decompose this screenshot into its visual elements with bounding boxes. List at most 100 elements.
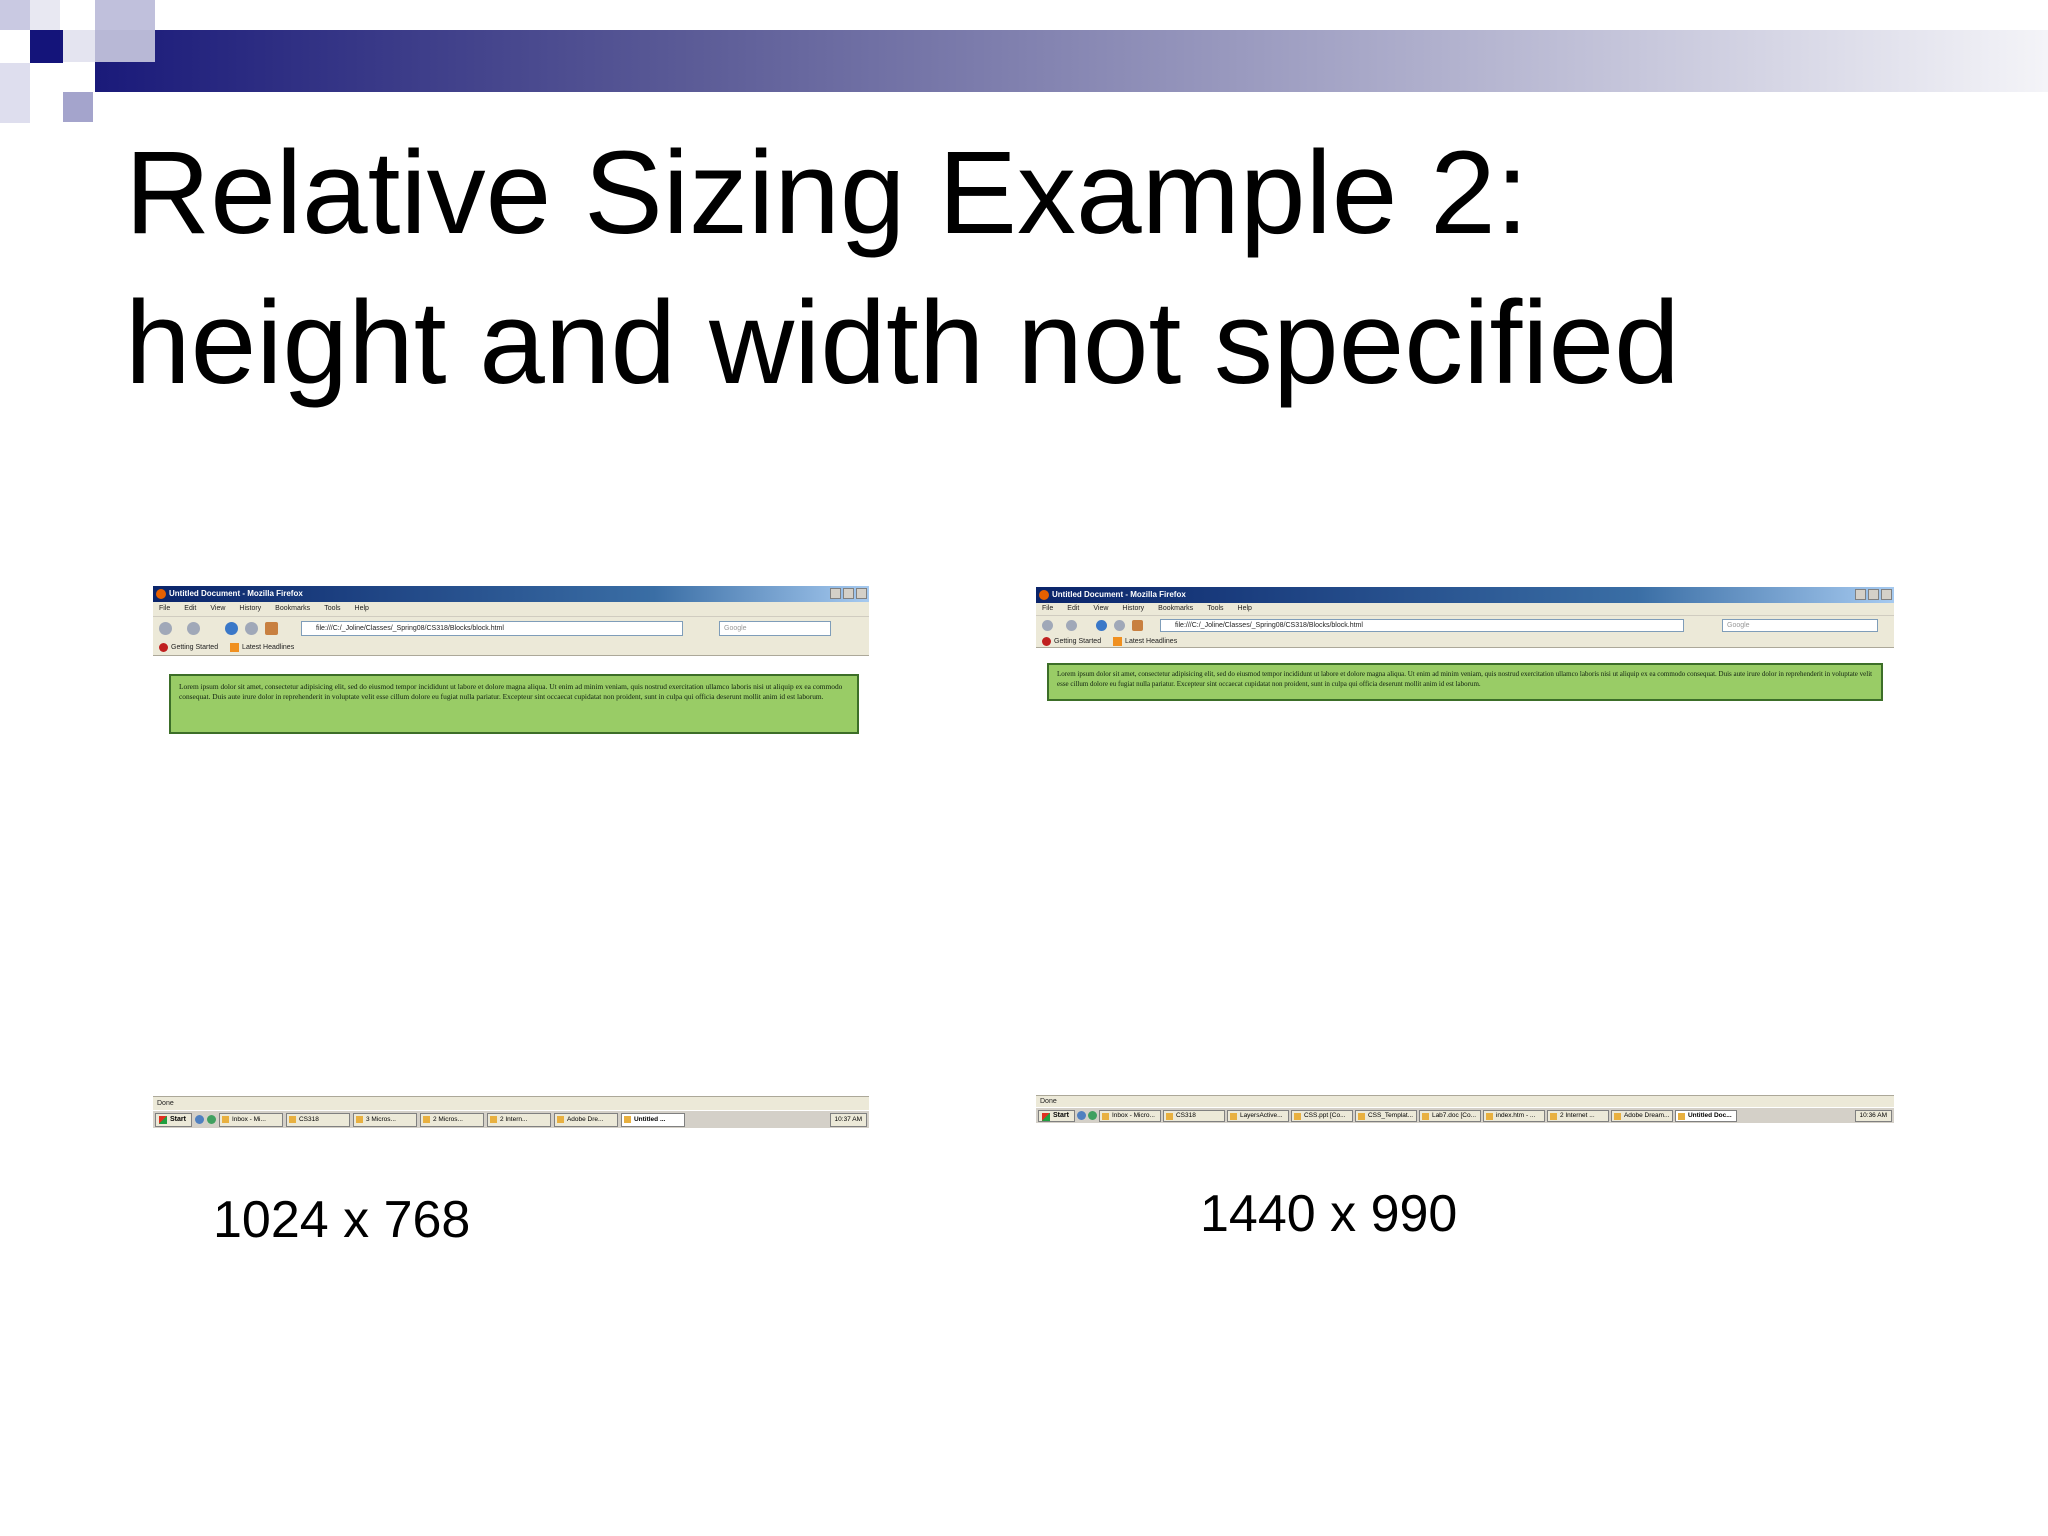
close-icon[interactable] — [856, 588, 867, 599]
decor-square — [95, 0, 155, 30]
windows-taskbar: Start Inbox - Micro... CS318 LayersActiv… — [1036, 1107, 1894, 1123]
minimize-icon[interactable] — [1855, 589, 1866, 600]
screenshot-1024: Untitled Document - Mozilla Firefox File… — [153, 586, 869, 1128]
url-input[interactable]: file:///C:/_Joline/Classes/_Spring08/CS3… — [301, 621, 683, 636]
taskbar-item[interactable]: Lab7.doc [Co... — [1418, 1109, 1481, 1122]
taskbar-item[interactable]: 2 Internet ... — [1546, 1109, 1609, 1122]
decor-square — [63, 30, 95, 62]
taskbar-item[interactable]: CSS_Templat... — [1354, 1109, 1417, 1122]
maximize-icon[interactable] — [1868, 589, 1879, 600]
window-controls — [1855, 589, 1892, 600]
menu-view[interactable]: View — [1093, 603, 1108, 615]
taskbar-item[interactable]: CS318 — [1162, 1109, 1225, 1122]
taskbar-item[interactable]: index.htm - ... — [1482, 1109, 1545, 1122]
minimize-icon[interactable] — [830, 588, 841, 599]
stop-icon[interactable] — [245, 622, 258, 635]
firefox-icon — [1039, 590, 1049, 600]
reload-icon[interactable] — [1096, 620, 1107, 631]
quicklaunch-icon[interactable] — [1076, 1111, 1086, 1120]
search-input[interactable]: Google — [719, 621, 831, 636]
taskbar-item[interactable]: 3 Micros... — [352, 1112, 417, 1127]
taskbar-item[interactable]: 2 Micros... — [419, 1112, 484, 1127]
caption-1440: 1440 x 990 — [1200, 1185, 1458, 1243]
taskbar-item[interactable]: Adobe Dream... — [1610, 1109, 1673, 1122]
taskbar-item[interactable]: LayersActive... — [1226, 1109, 1289, 1122]
bookmarks-toolbar: Getting Started Latest Headlines — [153, 640, 869, 656]
windows-taskbar: Start Inbox - Mi... CS318 3 Micros... 2 … — [153, 1110, 869, 1128]
title-line-1: Relative Sizing Example 2: — [125, 127, 1529, 259]
system-tray-clock: 10:37 AM — [829, 1112, 867, 1127]
rss-icon — [230, 642, 240, 652]
nav-toolbar: file:///C:/_Joline/Classes/_Spring08/CS3… — [153, 616, 869, 640]
taskbar-item[interactable]: Untitled ... — [620, 1112, 685, 1127]
decor-square — [95, 30, 155, 62]
close-icon[interactable] — [1881, 589, 1892, 600]
start-button[interactable]: Start — [155, 1112, 192, 1127]
window-title: Untitled Document - Mozilla Firefox — [1052, 590, 1186, 599]
menu-edit[interactable]: Edit — [1067, 603, 1079, 615]
taskbar-item[interactable]: CSS.ppt [Co... — [1290, 1109, 1353, 1122]
start-button[interactable]: Start — [1038, 1109, 1075, 1122]
window-titlebar: Untitled Document - Mozilla Firefox — [1036, 587, 1894, 603]
decor-square — [63, 62, 95, 92]
title-line-2: height and width not specified — [125, 277, 1680, 409]
maximize-icon[interactable] — [843, 588, 854, 599]
decor-square — [0, 0, 30, 30]
menu-view[interactable]: View — [210, 602, 225, 616]
menu-history[interactable]: History — [1122, 603, 1144, 615]
window-controls — [830, 588, 867, 599]
header-gradient-bar — [95, 30, 2048, 92]
menu-tools[interactable]: Tools — [324, 602, 340, 616]
forward-icon[interactable] — [1066, 620, 1077, 631]
menu-bar: File Edit View History Bookmarks Tools H… — [1036, 603, 1894, 615]
green-block-div: Lorem ipsum dolor sit amet, consectetur … — [169, 674, 859, 734]
reload-icon[interactable] — [225, 622, 238, 635]
taskbar-item[interactable]: Untitled Doc... — [1674, 1109, 1737, 1122]
firefox-icon — [156, 589, 166, 599]
bookmark-getting-started[interactable]: Getting Started — [1054, 638, 1101, 645]
window-title: Untitled Document - Mozilla Firefox — [169, 589, 303, 598]
menu-file[interactable]: File — [159, 602, 170, 616]
menu-bar: File Edit View History Bookmarks Tools H… — [153, 602, 869, 616]
taskbar-item[interactable]: Inbox - Mi... — [218, 1112, 283, 1127]
menu-bookmarks[interactable]: Bookmarks — [275, 602, 310, 616]
taskbar-item[interactable]: Inbox - Micro... — [1098, 1109, 1161, 1122]
quicklaunch-icon[interactable] — [206, 1115, 216, 1124]
menu-history[interactable]: History — [239, 602, 261, 616]
taskbar-item[interactable]: 2 Intern... — [486, 1112, 551, 1127]
quicklaunch-icon[interactable] — [1087, 1111, 1097, 1120]
stop-icon[interactable] — [1114, 620, 1125, 631]
green-block-div: Lorem ipsum dolor sit amet, consectetur … — [1047, 663, 1883, 701]
forward-icon[interactable] — [187, 622, 200, 635]
back-icon[interactable] — [159, 622, 172, 635]
caption-1024: 1024 x 768 — [213, 1191, 471, 1249]
menu-edit[interactable]: Edit — [184, 602, 196, 616]
decor-square — [30, 30, 63, 63]
window-titlebar: Untitled Document - Mozilla Firefox — [153, 586, 869, 602]
screenshot-1440: Untitled Document - Mozilla Firefox File… — [1036, 587, 1894, 1127]
getting-started-icon — [1042, 636, 1051, 646]
rss-icon — [1113, 636, 1123, 646]
decor-square — [30, 0, 60, 30]
menu-bookmarks[interactable]: Bookmarks — [1158, 603, 1193, 615]
quicklaunch-icon[interactable] — [194, 1115, 204, 1124]
getting-started-icon — [159, 642, 168, 652]
bookmarks-toolbar: Getting Started Latest Headlines — [1036, 635, 1894, 648]
decor-square — [0, 63, 30, 123]
menu-help[interactable]: Help — [355, 602, 369, 616]
home-icon[interactable] — [265, 622, 278, 635]
menu-file[interactable]: File — [1042, 603, 1053, 615]
search-input[interactable]: Google — [1722, 619, 1878, 632]
taskbar-item[interactable]: CS318 — [285, 1112, 350, 1127]
bookmark-latest-headlines[interactable]: Latest Headlines — [1125, 638, 1177, 645]
menu-help[interactable]: Help — [1238, 603, 1252, 615]
url-input[interactable]: file:///C:/_Joline/Classes/_Spring08/CS3… — [1160, 619, 1684, 632]
menu-tools[interactable]: Tools — [1207, 603, 1223, 615]
back-icon[interactable] — [1042, 620, 1053, 631]
home-icon[interactable] — [1132, 620, 1143, 631]
bookmark-latest-headlines[interactable]: Latest Headlines — [242, 644, 294, 651]
nav-toolbar: file:///C:/_Joline/Classes/_Spring08/CS3… — [1036, 615, 1894, 635]
status-bar: Done — [1036, 1095, 1894, 1107]
taskbar-item[interactable]: Adobe Dre... — [553, 1112, 618, 1127]
bookmark-getting-started[interactable]: Getting Started — [171, 644, 218, 651]
